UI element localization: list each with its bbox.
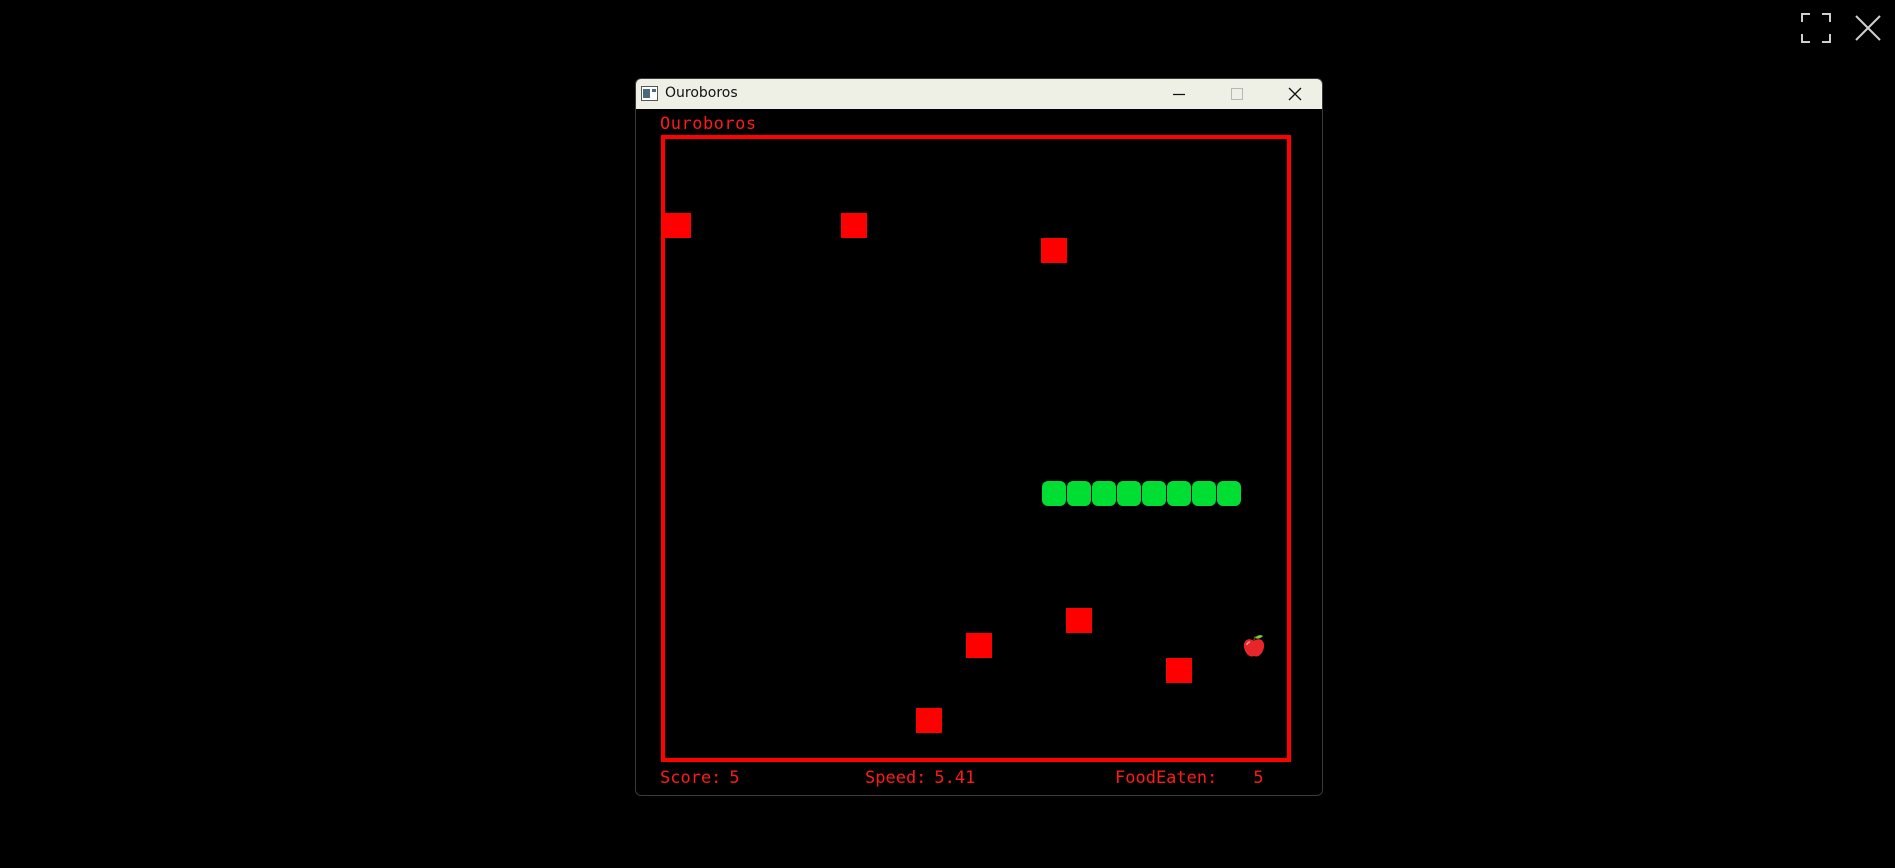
apple-icon — [1241, 633, 1267, 661]
speed-display: Speed: 5.41 — [865, 768, 975, 788]
obstacle — [1166, 658, 1192, 683]
snake-segment — [1042, 481, 1066, 506]
obstacle — [841, 213, 867, 238]
maximize-icon — [1231, 88, 1243, 100]
game-window: Ouroboros Ouroboros Score: 5 Speed: 5.41… — [635, 78, 1323, 796]
score-label: Score: — [660, 768, 722, 788]
snake-segment — [1192, 481, 1216, 506]
speed-value: 5.41 — [934, 768, 976, 788]
speed-label: Speed: — [865, 768, 927, 788]
food-eaten-display: FoodEaten: 5 — [1115, 768, 1264, 788]
snake-segment — [1167, 481, 1191, 506]
app-icon — [641, 86, 658, 101]
snake-segment — [1142, 481, 1166, 506]
obstacle — [1066, 608, 1092, 633]
snake-segment — [1117, 481, 1141, 506]
window-close-button[interactable] — [1266, 79, 1322, 109]
snake-segment — [1067, 481, 1091, 506]
close-icon[interactable] — [1852, 12, 1884, 44]
score-value: 5 — [729, 768, 740, 788]
maximize-button[interactable] — [1208, 79, 1266, 109]
snake-head — [1217, 481, 1241, 506]
game-board — [661, 135, 1291, 762]
snake-segment — [1092, 481, 1116, 506]
obstacle — [665, 213, 691, 238]
obstacle — [916, 708, 942, 733]
food-eaten-label: FoodEaten: — [1115, 768, 1218, 788]
close-icon — [1288, 87, 1302, 101]
score-display: Score: 5 — [660, 768, 740, 788]
game-title: Ouroboros — [660, 114, 757, 134]
obstacle — [1041, 238, 1067, 263]
fullscreen-icon[interactable] — [1800, 12, 1832, 44]
obstacle — [966, 633, 992, 658]
title-bar[interactable]: Ouroboros — [636, 79, 1322, 109]
food-eaten-value: 5 — [1253, 768, 1264, 788]
minimize-button[interactable] — [1150, 79, 1208, 109]
minimize-icon — [1173, 93, 1185, 96]
window-title: Ouroboros — [665, 85, 738, 101]
